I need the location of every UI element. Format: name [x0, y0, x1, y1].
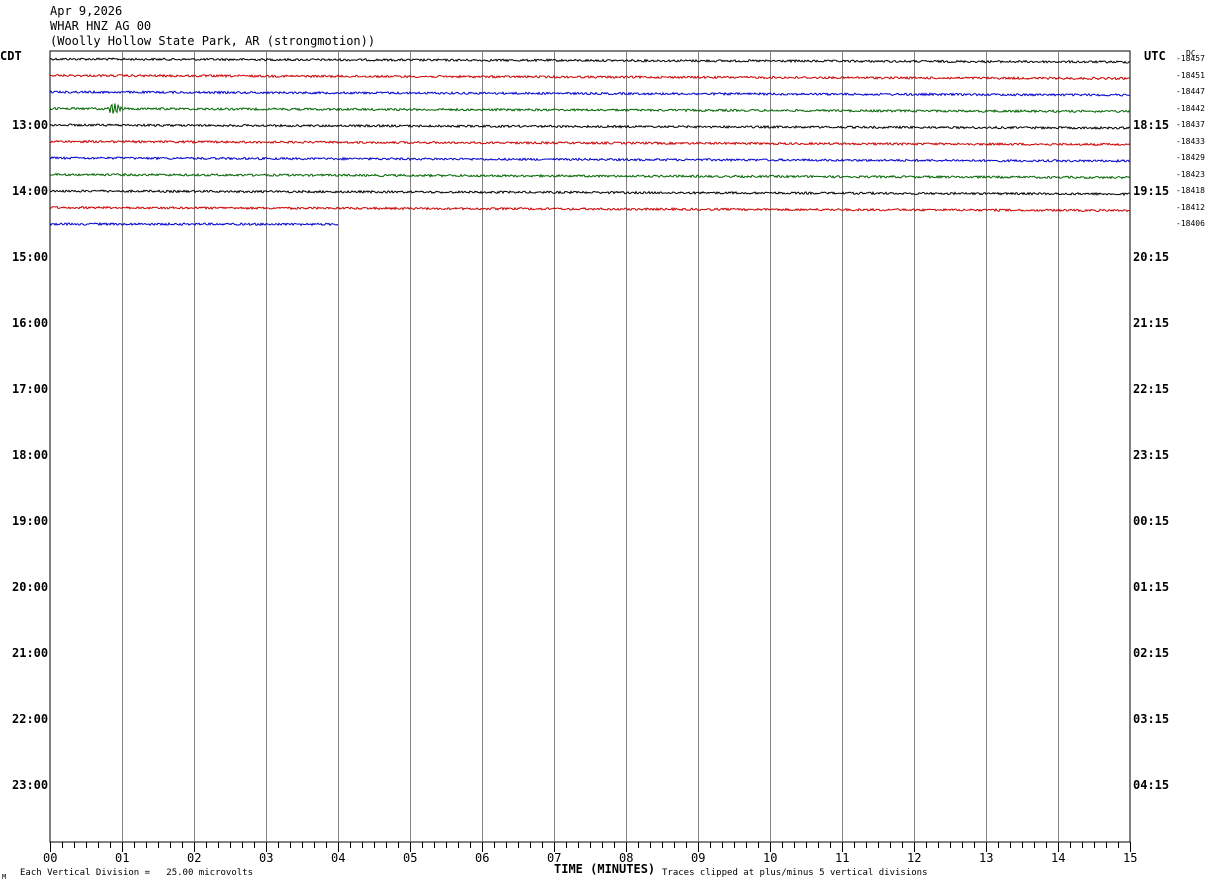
right-hour-label: 19:15 [1133, 184, 1170, 198]
right-hour-label: 21:15 [1133, 316, 1170, 330]
x-tick-label: 01 [115, 851, 130, 865]
x-tick-label: 04 [331, 851, 346, 865]
left-hour-label: 19:00 [12, 514, 49, 528]
trace-row-5 [49, 139, 1131, 147]
trace-row-3 [49, 103, 1131, 114]
dc-offset-label: -18406 [1176, 219, 1205, 228]
dc-offset-label: -18442 [1176, 103, 1205, 113]
corner-mark: M [2, 873, 7, 881]
trace-row-6 [49, 156, 1131, 163]
dc-offset-label: -18437 [1176, 120, 1205, 129]
right-hour-label: 01:15 [1133, 580, 1170, 594]
dc-offset-label: -18418 [1176, 186, 1205, 195]
left-hour-label: 13:00 [12, 118, 49, 132]
x-tick-label: 09 [691, 851, 706, 865]
dc-offset-label: -18423 [1176, 169, 1205, 179]
left-hour-label: 22:00 [12, 712, 49, 726]
trace-row-0 [49, 57, 1131, 64]
right-hour-label: 04:15 [1133, 778, 1170, 792]
trace-row-1 [49, 73, 1131, 81]
right-hour-label: 18:15 [1133, 118, 1170, 132]
right-hour-label: 22:15 [1133, 382, 1170, 396]
left-hour-label: 18:00 [12, 448, 49, 462]
right-hour-label: 23:15 [1133, 448, 1170, 462]
x-tick-label: 11 [835, 851, 850, 865]
left-hour-label: 17:00 [12, 382, 49, 396]
helicorder-chart [49, 50, 1131, 852]
dc-offset-label: -18447 [1176, 87, 1205, 96]
trace-row-8 [49, 189, 1130, 197]
x-tick-label: 00 [43, 851, 58, 865]
trace-row-9 [49, 205, 1131, 213]
clip-note: Traces clipped at plus/minus 5 vertical … [662, 868, 928, 878]
trace-row-7 [49, 172, 1131, 180]
right-hour-label: 03:15 [1133, 712, 1170, 726]
x-tick-label: 13 [979, 851, 994, 865]
left-hour-label: 21:00 [12, 646, 49, 660]
dc-offset-label: -18429 [1176, 153, 1205, 162]
trace-row-4 [49, 123, 1131, 130]
right-hour-label: 00:15 [1133, 514, 1170, 528]
dc-offset-label: -18457 [1176, 54, 1205, 63]
right-hour-label: 02:15 [1133, 646, 1170, 660]
x-tick-label: 14 [1051, 851, 1066, 865]
scale-note: Each Vertical Division = 25.00 microvolt… [20, 868, 253, 878]
right-hour-label: 20:15 [1133, 250, 1170, 264]
x-tick-label: 06 [475, 851, 490, 865]
plot-frame [49, 50, 1131, 843]
x-tick-label: 02 [187, 851, 202, 865]
dc-offset-label: -18412 [1176, 202, 1205, 212]
x-axis-label: TIME (MINUTES) [554, 862, 656, 876]
left-hour-label: 23:00 [12, 778, 49, 792]
left-hour-label: 14:00 [12, 184, 49, 198]
x-tick-label: 12 [907, 851, 922, 865]
dc-offset-label: -18451 [1176, 70, 1205, 80]
x-tick-label: 15 [1123, 851, 1138, 865]
x-tick-label: 10 [763, 851, 778, 865]
trace-row-2 [49, 90, 1130, 97]
left-hour-label: 16:00 [12, 316, 49, 330]
x-tick-label: 03 [259, 851, 274, 865]
x-tick-label: 05 [403, 851, 418, 865]
left-hour-label: 15:00 [12, 250, 49, 264]
dc-offset-label: -18433 [1176, 136, 1205, 146]
left-hour-label: 20:00 [12, 580, 49, 594]
